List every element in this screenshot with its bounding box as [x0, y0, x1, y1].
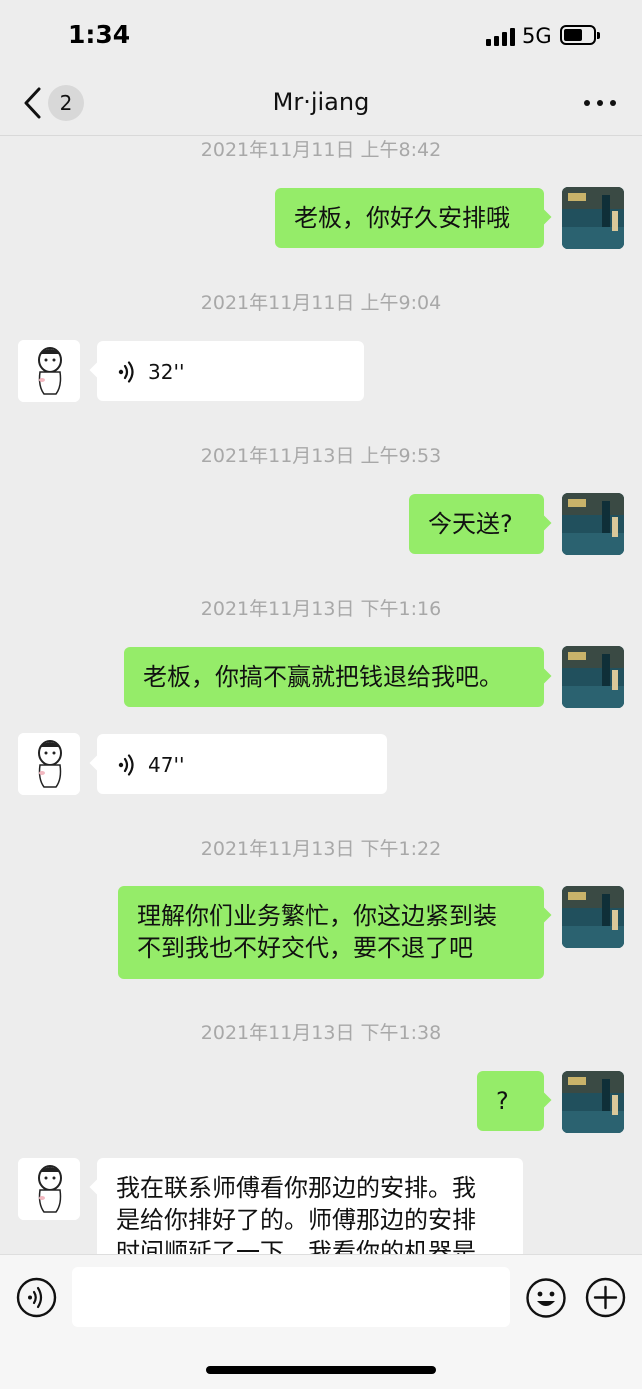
message-text-line: 是给你排好了的。师傅那边的安排 — [116, 1206, 476, 1234]
outgoing-message[interactable]: 今天送? — [409, 494, 552, 554]
message-timestamp: 2021年11月13日 上午9:53 — [200, 445, 442, 467]
message-text: 今天送? — [428, 510, 513, 538]
contact-avatar[interactable] — [18, 340, 80, 402]
message-input[interactable] — [72, 1267, 510, 1327]
incoming-voice-message[interactable]: 32'' — [89, 341, 364, 401]
message-text-line: 不到我也不好交代，要不退了吧 — [137, 934, 473, 962]
outgoing-message[interactable]: 老板，你好久安排哦 — [275, 188, 552, 248]
message-text: ? — [496, 1087, 509, 1115]
message-timestamp: 2021年11月11日 上午8:42 — [200, 139, 442, 161]
self-avatar[interactable] — [562, 886, 624, 948]
self-avatar[interactable] — [562, 493, 624, 555]
contact-avatar[interactable] — [18, 733, 80, 795]
status-time: 1:34 — [68, 20, 131, 49]
emoji-icon[interactable] — [525, 1277, 567, 1319]
message-text-line: 时间顺延了一下，我看你的机器是 — [116, 1238, 476, 1254]
outgoing-message[interactable]: 理解你们业务繁忙，你这边紧到装 不到我也不好交代，要不退了吧 — [118, 886, 552, 979]
outgoing-message[interactable]: 老板，你搞不赢就把钱退给我吧。 — [124, 647, 552, 707]
plus-icon[interactable] — [585, 1277, 626, 1318]
voice-wave-icon — [118, 361, 134, 383]
message-text: 老板，你好久安排哦 — [294, 204, 510, 232]
message-text-line: 理解你们业务繁忙，你这边紧到装 — [137, 902, 497, 930]
network-type: 5G — [522, 24, 552, 48]
self-avatar[interactable] — [562, 1071, 624, 1133]
message-text-line: 我在联系师傅看你那边的安排。我 — [116, 1174, 476, 1202]
outgoing-message[interactable]: ? — [477, 1071, 552, 1131]
home-indicator — [206, 1366, 436, 1374]
chat-title: Mr·jiang — [272, 88, 370, 116]
chat-message-list[interactable]: 2021年11月11日 上午8:42 老板，你好久安排哦 2021年11月11日… — [0, 137, 642, 1254]
battery-icon — [560, 25, 600, 45]
message-timestamp: 2021年11月13日 下午1:16 — [200, 598, 442, 620]
incoming-message[interactable]: 我在联系师傅看你那边的安排。我 是给你排好了的。师傅那边的安排 时间顺延了一下，… — [89, 1158, 523, 1254]
voice-duration: 32'' — [148, 360, 185, 384]
message-timestamp: 2021年11月13日 下午1:38 — [200, 1022, 442, 1044]
status-bar: 1:34 5G — [0, 0, 642, 70]
self-avatar[interactable] — [562, 187, 624, 249]
message-timestamp: 2021年11月13日 下午1:22 — [200, 838, 442, 860]
self-avatar[interactable] — [562, 646, 624, 708]
message-text: 老板，你搞不赢就把钱退给我吧。 — [143, 663, 503, 691]
cellular-signal-icon — [486, 28, 516, 46]
more-dots-icon[interactable] — [584, 100, 616, 108]
contact-avatar[interactable] — [18, 1158, 80, 1220]
voice-duration: 47'' — [148, 753, 185, 777]
message-timestamp: 2021年11月11日 上午9:04 — [200, 292, 442, 314]
voice-input-icon[interactable] — [16, 1277, 57, 1318]
chat-header: 2 Mr·jiang — [0, 70, 642, 136]
incoming-voice-message[interactable]: 47'' — [89, 734, 387, 794]
voice-wave-icon — [118, 754, 134, 776]
